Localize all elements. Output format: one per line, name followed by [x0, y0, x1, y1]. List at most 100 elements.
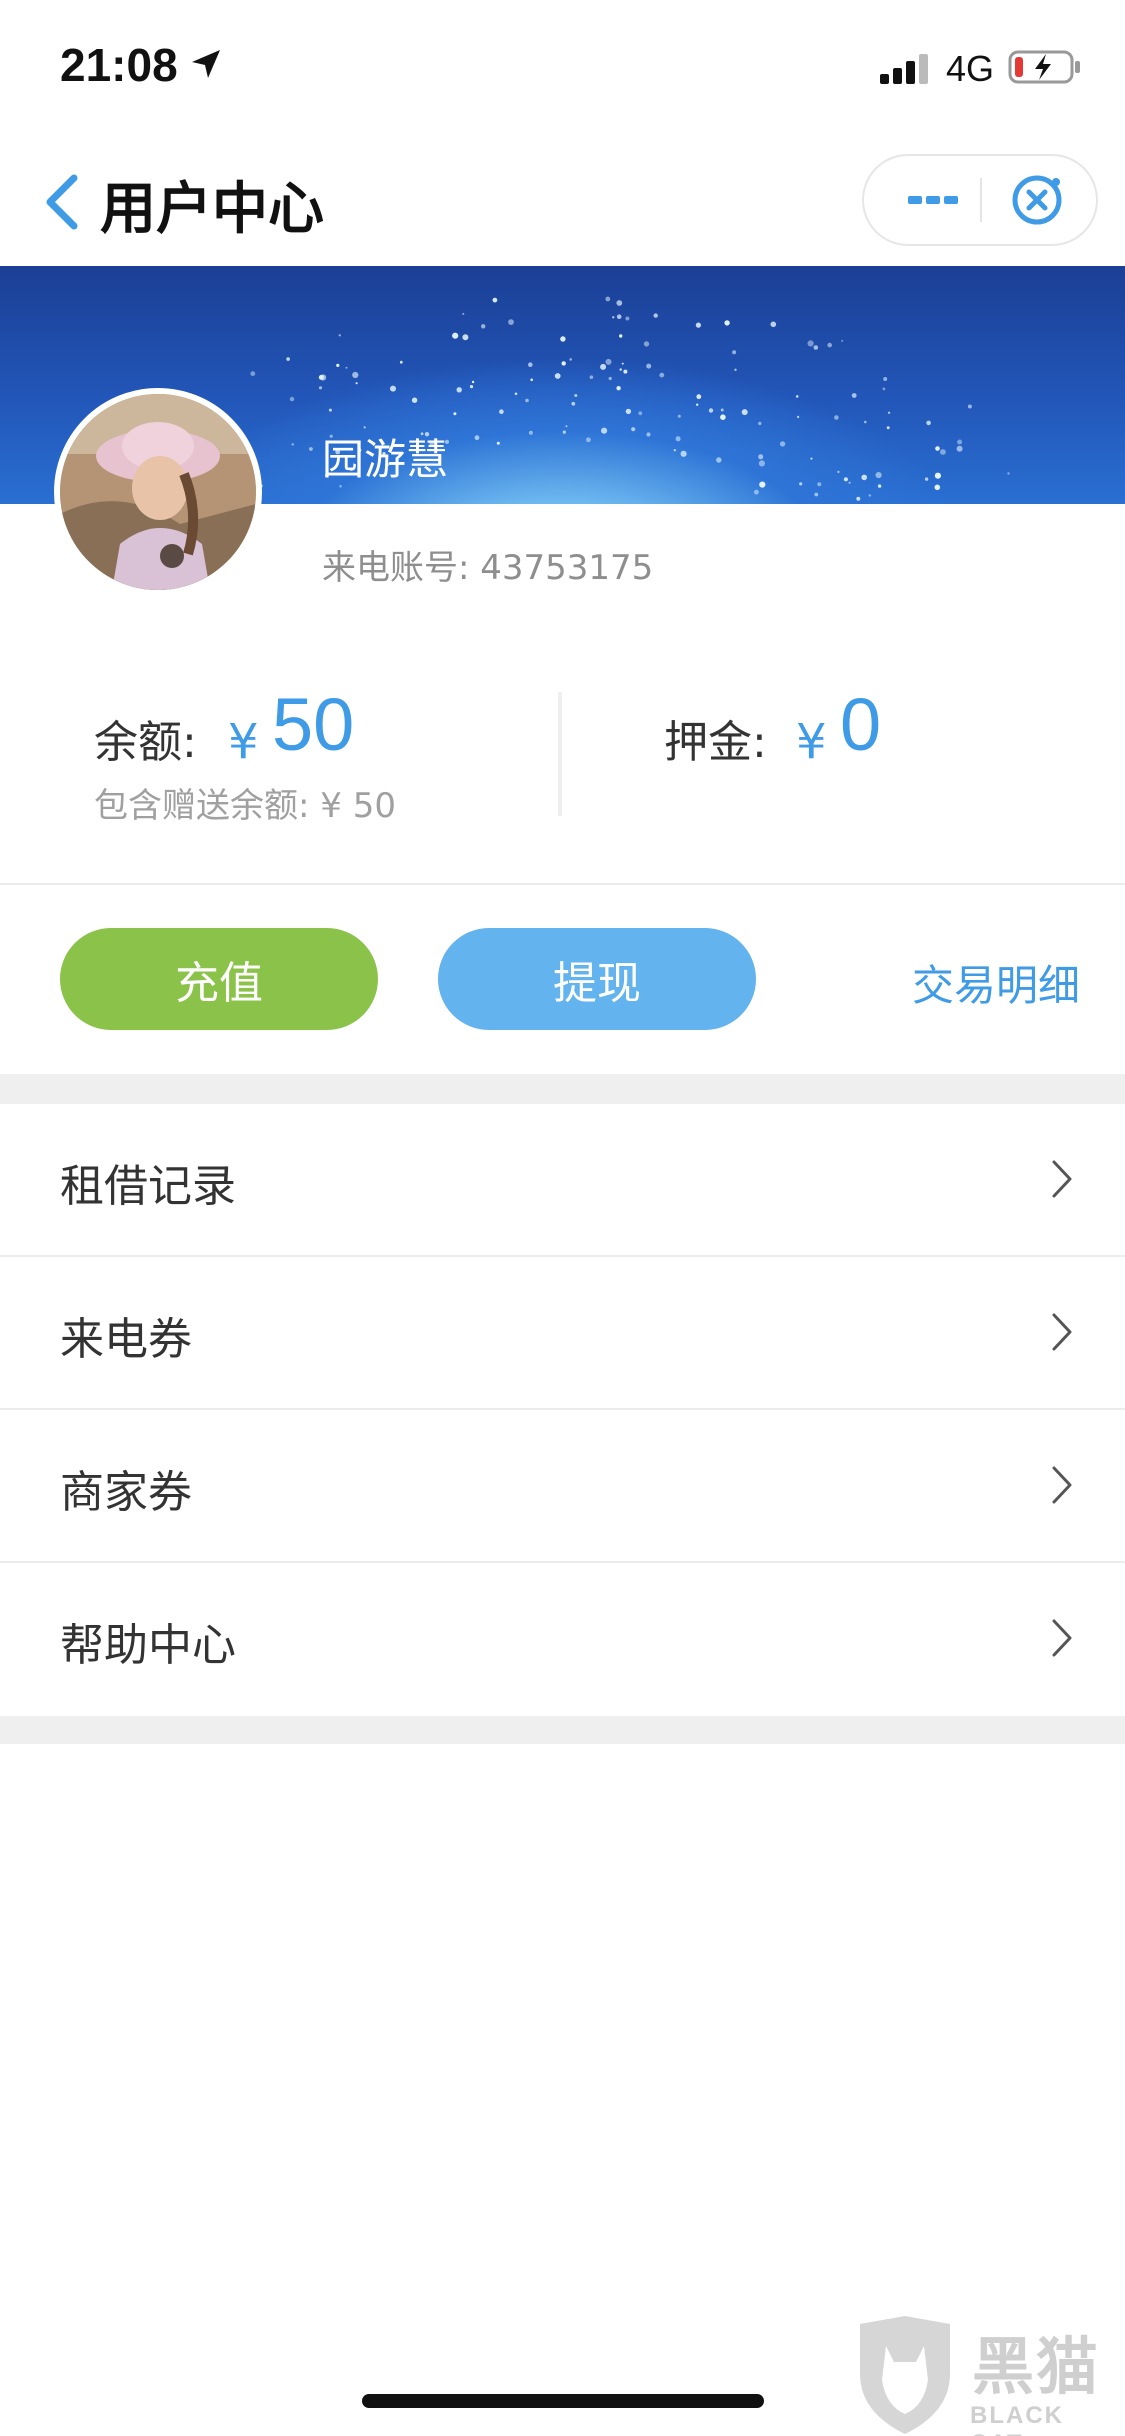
banner-sparkle — [574, 394, 578, 397]
banner-sparkle — [616, 314, 622, 319]
banner-sparkle — [843, 477, 849, 482]
avatar[interactable] — [54, 388, 262, 596]
banner-sparkle — [291, 443, 294, 446]
banner-sparkle — [877, 484, 882, 488]
menu-item-label: 租借记录 — [60, 1161, 236, 1212]
banner-sparkle — [834, 415, 839, 420]
banner-sparkle — [571, 401, 576, 406]
banner-sparkle — [390, 385, 396, 392]
banner-sparkle — [612, 316, 615, 319]
banner-sparkle — [338, 334, 341, 337]
menu-item-rental-records[interactable]: 租借记录 — [0, 1104, 1125, 1257]
menu-item-help-center[interactable]: 帮助中心 — [0, 1563, 1125, 1716]
banner-sparkle — [882, 387, 886, 391]
banner-sparkle — [861, 474, 867, 481]
transaction-details-link[interactable]: 交易明细 — [912, 952, 1080, 1013]
banner-sparkle — [659, 372, 665, 378]
banner-sparkle — [456, 387, 462, 393]
signal-icon — [880, 54, 928, 84]
banner-sparkle — [924, 477, 929, 481]
banner-sparkle — [625, 408, 632, 415]
banner-sparkle — [864, 420, 867, 424]
banner-sparkle — [352, 371, 359, 379]
banner-sparkle — [320, 374, 327, 381]
banner-sparkle — [289, 396, 295, 402]
banner-sparkle — [758, 460, 766, 467]
recharge-button[interactable]: 充值 — [60, 928, 378, 1030]
menu-item-label: 帮助中心 — [60, 1620, 236, 1671]
banner-sparkle — [528, 362, 533, 367]
nav-bar: 用户中心 — [0, 136, 1125, 266]
banner-sparkle — [623, 369, 628, 374]
banner-sparkle — [638, 411, 643, 416]
banner-sparkle — [525, 398, 529, 403]
banner-sparkle — [734, 368, 737, 371]
banner-sparkle — [695, 322, 702, 328]
banner-sparkle — [621, 362, 624, 365]
banner-sparkle — [886, 426, 890, 430]
banner-sparkle — [724, 320, 730, 326]
menu-list: 租借记录 来电券 商家券 帮助中心 — [0, 1104, 1125, 1716]
banner-sparkle — [336, 363, 340, 367]
banner-sparkle — [616, 300, 623, 306]
banner-sparkle — [562, 430, 566, 434]
banner-sparkle — [569, 358, 572, 361]
menu-item-merchant-coupons[interactable]: 商家券 — [0, 1410, 1125, 1563]
black-cat-logo-icon — [860, 2316, 950, 2434]
banner-sparkle — [817, 482, 822, 487]
banner-sparkle — [508, 319, 514, 325]
banner-sparkle — [653, 313, 658, 318]
banner-sparkle — [499, 409, 504, 414]
mini-program-capsule — [862, 154, 1098, 246]
banner-sparkle — [813, 345, 819, 350]
watermark-text: 黑猫 — [972, 2330, 1101, 2403]
banner-sparkle — [868, 494, 871, 497]
banner-sparkle — [453, 412, 457, 416]
banner-sparkle — [561, 361, 566, 366]
banner-sparkle — [827, 342, 832, 348]
banner-sparkle — [851, 393, 857, 398]
balance-value: 50 — [272, 683, 355, 766]
network-label: 4G — [946, 48, 995, 89]
home-indicator[interactable] — [362, 2394, 764, 2408]
location-arrow-icon — [192, 50, 220, 78]
banner-sparkle — [619, 368, 622, 371]
banner-sparkle — [716, 457, 722, 463]
banner-sparkle — [646, 363, 652, 369]
banner-sparkle — [601, 427, 608, 434]
more-icon[interactable] — [886, 156, 978, 244]
banner-sparkle — [799, 482, 803, 486]
banner-sparkle — [934, 472, 942, 479]
banner-sparkle — [856, 496, 861, 501]
banner-sparkle — [770, 321, 777, 328]
section-spacer — [0, 1716, 1125, 1744]
withdraw-button[interactable]: 提现 — [438, 928, 756, 1030]
deposit-currency: ¥ — [796, 714, 827, 770]
banner-sparkle — [286, 357, 290, 361]
chevron-right-icon — [1052, 1313, 1072, 1351]
banner-sparkle — [554, 373, 561, 379]
back-chevron-icon[interactable] — [40, 172, 84, 232]
banner-sparkle — [720, 408, 724, 412]
banner-sparkle — [496, 441, 500, 445]
banner-sparkle — [250, 371, 256, 377]
banner-sparkle — [708, 408, 714, 413]
banner-sparkle — [481, 324, 486, 329]
banner-sparkle — [411, 397, 418, 403]
banner-sparkle — [957, 439, 963, 445]
balance-label: 余额: — [94, 717, 197, 768]
menu-item-laidian-coupons[interactable]: 来电券 — [0, 1257, 1125, 1410]
banner-sparkle — [318, 386, 323, 390]
banner-sparkle — [514, 392, 518, 396]
banner-sparkle — [565, 425, 568, 428]
section-spacer — [0, 1074, 1125, 1104]
user-name: 园游慧 — [322, 435, 449, 484]
close-mini-program-icon[interactable] — [1002, 168, 1072, 232]
banner-sparkle — [605, 358, 612, 365]
banner-sparkle — [530, 378, 533, 382]
status-bar: 21:08 4G — [0, 0, 1125, 136]
banner-sparkle — [758, 454, 764, 460]
banner-sparkle — [807, 340, 814, 347]
banner-sparkle — [696, 403, 699, 406]
banner-sparkle — [309, 447, 313, 451]
